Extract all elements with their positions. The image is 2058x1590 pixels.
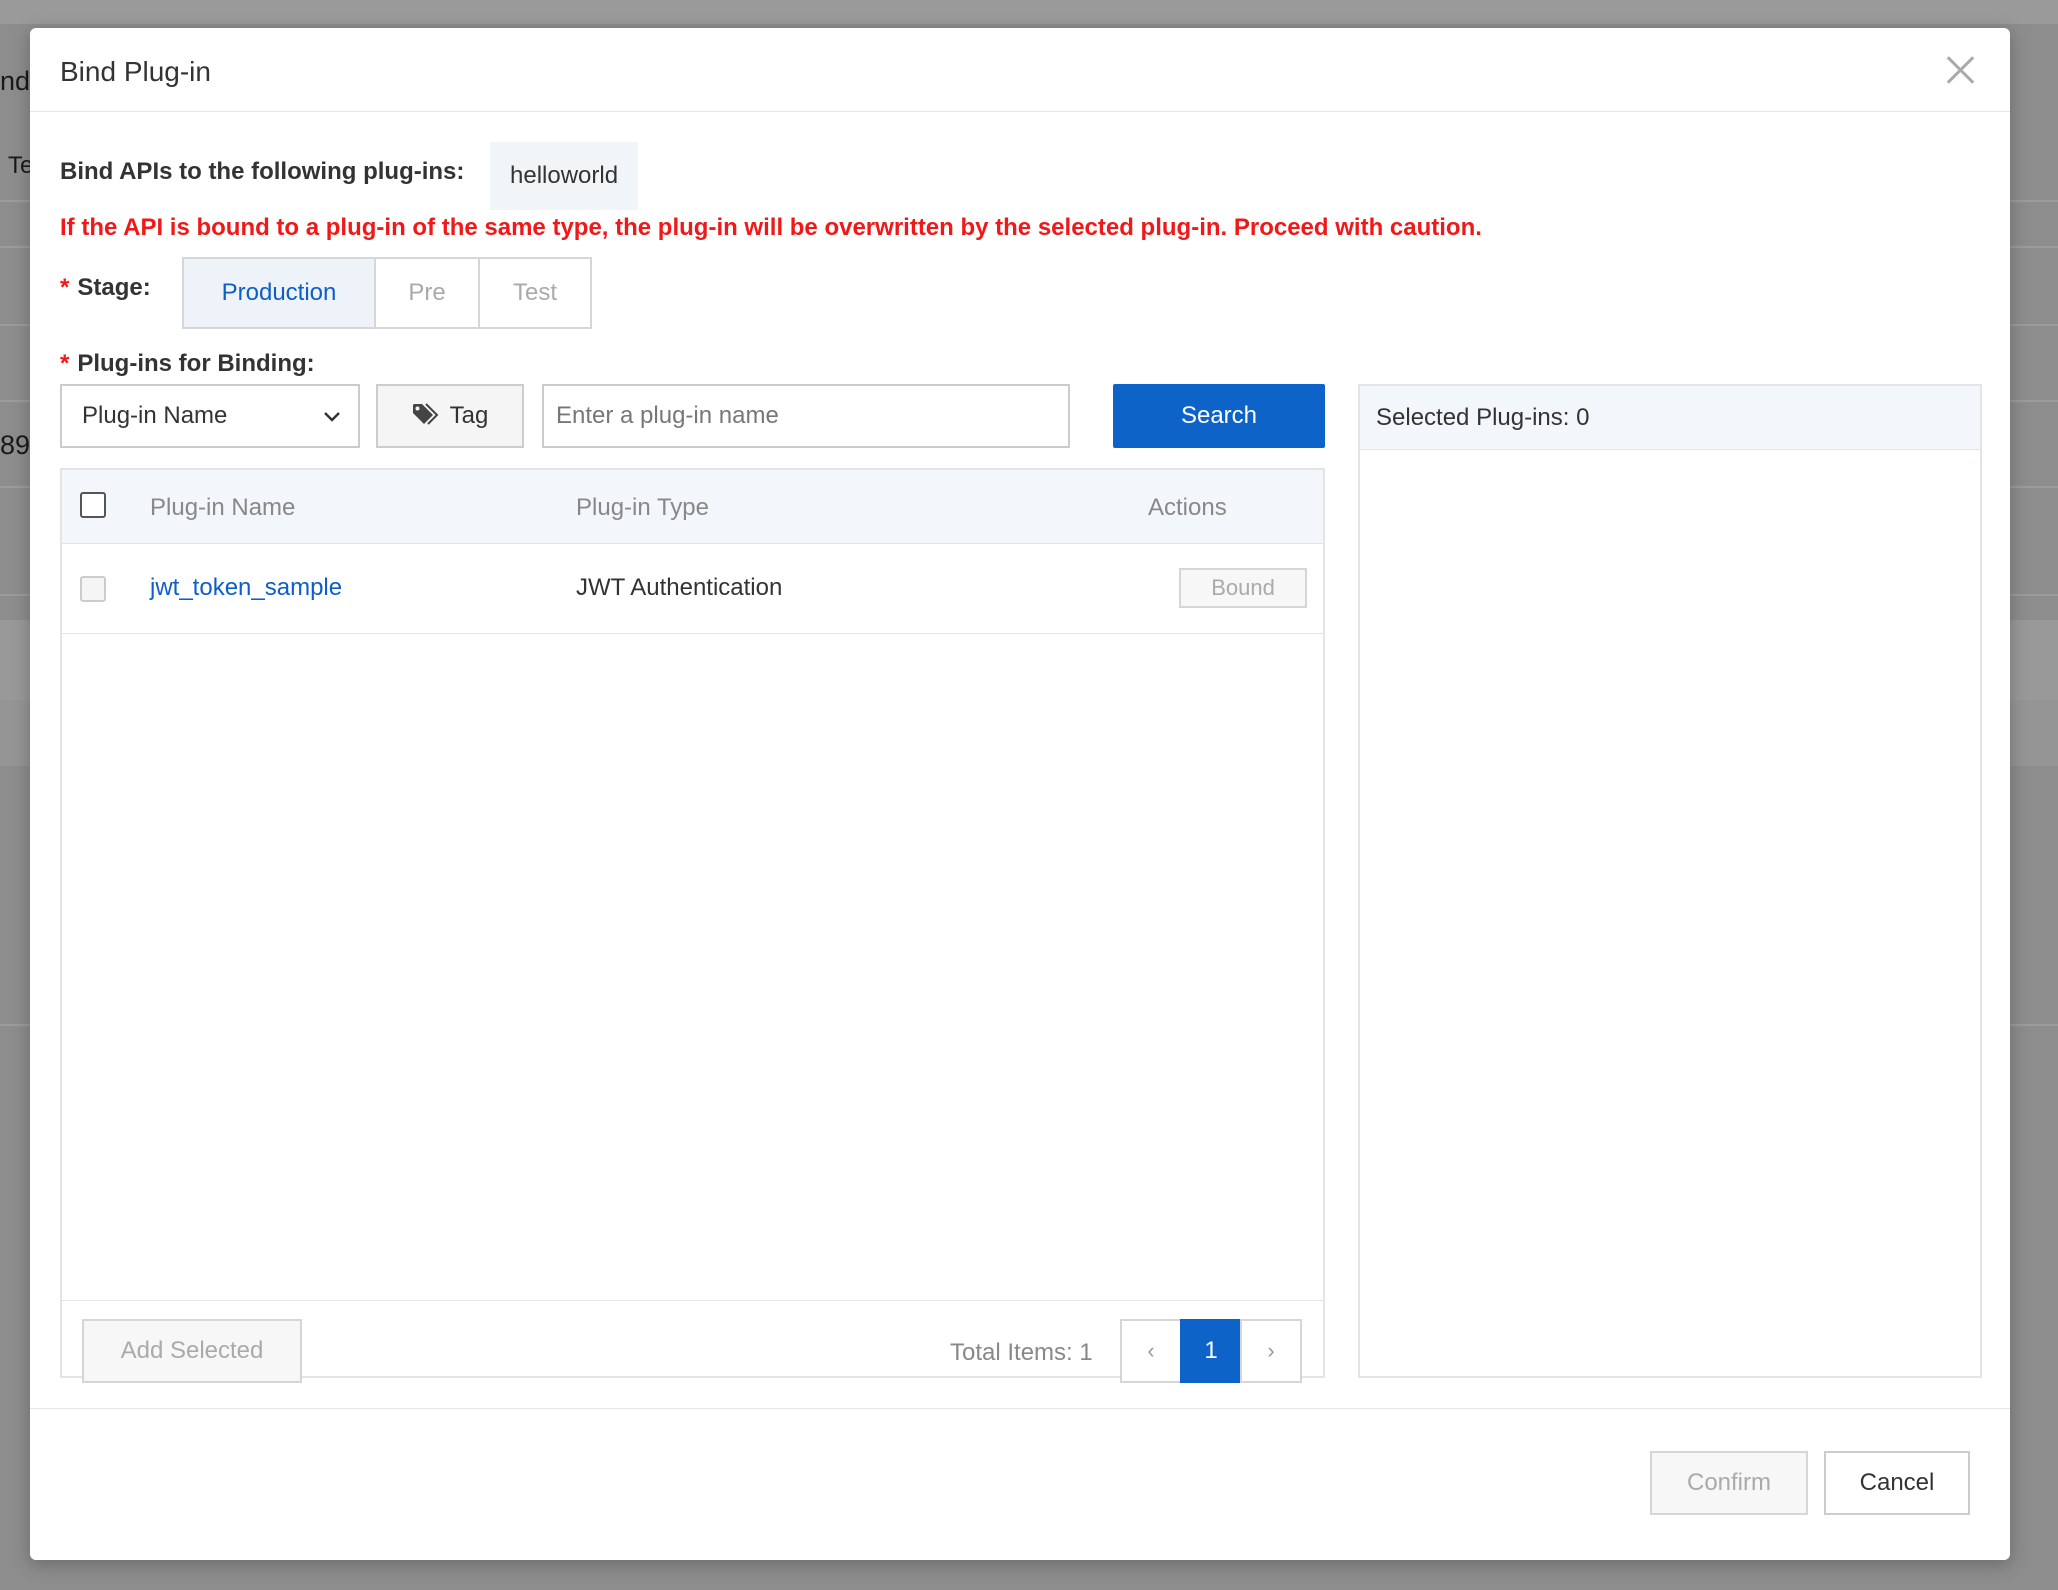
plugin-name-link[interactable]: jwt_token_sample: [150, 574, 342, 602]
column-header-plugin-type: Plug-in Type: [576, 494, 709, 521]
selected-plugins-header: Selected Plug-ins: 0: [1360, 386, 1980, 450]
confirm-button: Confirm: [1650, 1451, 1808, 1515]
column-header-plugin-name: Plug-in Name: [150, 494, 296, 521]
dialog-header: Bind Plug-in: [30, 28, 2010, 112]
backdrop-text-fragment: 89: [0, 430, 31, 460]
stage-label: * Stage:: [60, 274, 151, 302]
bound-button: Bound: [1179, 568, 1307, 608]
tag-filter-button[interactable]: Tag: [376, 384, 524, 448]
pagination: ‹ 1 ›: [1120, 1319, 1302, 1383]
row-checkbox: [80, 576, 106, 602]
table-footer: Add Selected Total Items: 1 ‹ 1 ›: [62, 1300, 1323, 1383]
backdrop-top-bar: [0, 0, 2058, 24]
chevron-down-icon: [324, 412, 340, 422]
plugin-table: Plug-in Name Plug-in Type Actions jwt_to…: [60, 468, 1325, 1383]
filter-type-select[interactable]: Plug-in Name: [60, 384, 360, 448]
stage-pre-button[interactable]: Pre: [374, 257, 480, 329]
dialog-footer: Confirm Cancel: [30, 1408, 2010, 1560]
plugin-type-cell: JWT Authentication: [576, 574, 783, 601]
api-name-tag: helloworld: [490, 142, 639, 210]
stage-production-button[interactable]: Production: [182, 257, 376, 329]
table-row: jwt_token_sample JWT Authentication Boun…: [62, 544, 1323, 634]
tag-icon: [412, 403, 439, 425]
stage-label-text: Stage:: [77, 274, 151, 301]
bind-apis-label: Bind APIs to the following plug-ins:: [60, 158, 465, 185]
total-items: Total Items: 1: [950, 1339, 1093, 1366]
plugin-name-search-input[interactable]: [542, 384, 1070, 448]
required-mark: *: [60, 350, 70, 377]
select-all-checkbox[interactable]: [80, 492, 106, 518]
filter-type-value: Plug-in Name: [82, 402, 228, 429]
bind-plugin-dialog: Bind Plug-in Bind APIs to the following …: [30, 28, 2010, 1560]
plugins-for-binding-label: * Plug-ins for Binding:: [60, 350, 315, 378]
stage-test-button[interactable]: Test: [478, 257, 592, 329]
tag-button-label: Tag: [449, 402, 489, 429]
selected-plugins-panel: Selected Plug-ins: 0: [1358, 384, 1982, 1378]
column-header-actions: Actions: [1148, 494, 1227, 521]
table-header: Plug-in Name Plug-in Type Actions: [62, 470, 1323, 544]
search-button[interactable]: Search: [1113, 384, 1325, 448]
cancel-button[interactable]: Cancel: [1824, 1451, 1970, 1515]
next-page-button[interactable]: ›: [1240, 1319, 1302, 1383]
stage-selector: Production Pre Test: [182, 257, 592, 329]
add-selected-button: Add Selected: [82, 1319, 302, 1383]
dialog-title: Bind Plug-in: [60, 56, 211, 87]
overwrite-warning: If the API is bound to a plug-in of the …: [60, 214, 1482, 241]
close-icon[interactable]: [1940, 50, 1980, 90]
plugins-label-text: Plug-ins for Binding:: [77, 350, 315, 377]
prev-page-button[interactable]: ‹: [1120, 1319, 1182, 1383]
page-1-button[interactable]: 1: [1180, 1319, 1242, 1383]
required-mark: *: [60, 274, 70, 301]
